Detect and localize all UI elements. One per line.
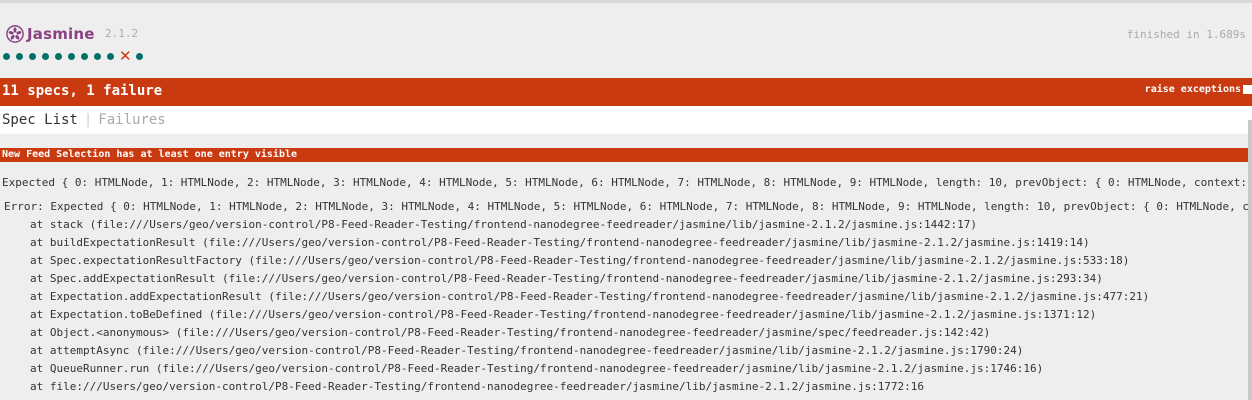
spec-symbol-passed[interactable]: [29, 52, 36, 60]
raise-exceptions-label[interactable]: raise exceptions: [1145, 84, 1241, 95]
jasmine-flower-icon: [6, 25, 24, 43]
results-menu: Spec List | Failures: [0, 106, 1252, 134]
failures-link[interactable]: Failures: [98, 112, 165, 128]
stack-trace-line: at buildExpectationResult (file:///Users…: [30, 236, 1090, 249]
stack-trace-line: Error: Expected { 0: HTMLNode, 1: HTMLNo…: [4, 200, 1248, 213]
stack-trace-line: at attemptAsync (file:///Users/geo/versi…: [30, 344, 1024, 357]
stack-trace-line: at Spec.addExpectationResult (file:///Us…: [30, 272, 1103, 285]
raise-exceptions-toggle[interactable]: raise exceptions: [1145, 84, 1252, 95]
spec-list-link[interactable]: Spec List: [2, 112, 78, 128]
run-duration: finished in 1.689s: [1126, 28, 1246, 41]
failed-spec-name[interactable]: New Feed Selection has at least one entr…: [0, 148, 1248, 162]
jasmine-banner: Jasmine 2.1.2 finished in 1.689s ✕: [0, 3, 1252, 78]
stack-trace-line: at QueueRunner.run (file:///Users/geo/ve…: [30, 362, 1044, 375]
jasmine-title: Jasmine: [27, 25, 95, 43]
vertical-scrollbar[interactable]: [1248, 120, 1252, 400]
spec-symbol-passed[interactable]: [81, 52, 88, 60]
stack-trace: Error: Expected { 0: HTMLNode, 1: HTMLNo…: [4, 198, 1248, 396]
failures-list: New Feed Selection has at least one entr…: [0, 134, 1248, 400]
spec-symbol-passed[interactable]: [42, 52, 49, 60]
raise-exceptions-checkbox[interactable]: [1243, 85, 1252, 94]
stack-trace-line: at stack (file:///Users/geo/version-cont…: [30, 218, 978, 231]
failure-message: Expected { 0: HTMLNode, 1: HTMLNode, 2: …: [2, 176, 1248, 189]
menu-separator: |: [83, 112, 93, 128]
jasmine-version: 2.1.2: [105, 27, 139, 40]
spec-symbol-passed[interactable]: [16, 52, 23, 60]
spec-symbol-passed[interactable]: [94, 52, 101, 60]
jasmine-logo: Jasmine: [6, 25, 95, 43]
results-alert-bar: 11 specs, 1 failure raise exceptions: [0, 78, 1252, 106]
stack-trace-line: at Expectation.toBeDefined (file:///User…: [30, 308, 1097, 321]
spec-symbol-summary: ✕: [3, 49, 149, 64]
stack-trace-line: at Object.<anonymous> (file:///Users/geo…: [30, 326, 991, 339]
spec-symbol-passed[interactable]: [68, 52, 75, 60]
spec-symbol-passed[interactable]: [107, 52, 114, 60]
stack-trace-line: at Expectation.addExpectationResult (fil…: [30, 290, 1150, 303]
stack-trace-line: at file:///Users/geo/version-control/P8-…: [30, 380, 925, 393]
results-summary: 11 specs, 1 failure: [2, 83, 163, 99]
spec-symbol-passed[interactable]: [3, 52, 10, 60]
spec-symbol-failed[interactable]: ✕: [119, 49, 132, 64]
stack-trace-line: at Spec.expectationResultFactory (file:/…: [30, 254, 1130, 267]
spec-symbol-passed[interactable]: [55, 52, 62, 60]
spec-symbol-passed[interactable]: [136, 52, 143, 60]
